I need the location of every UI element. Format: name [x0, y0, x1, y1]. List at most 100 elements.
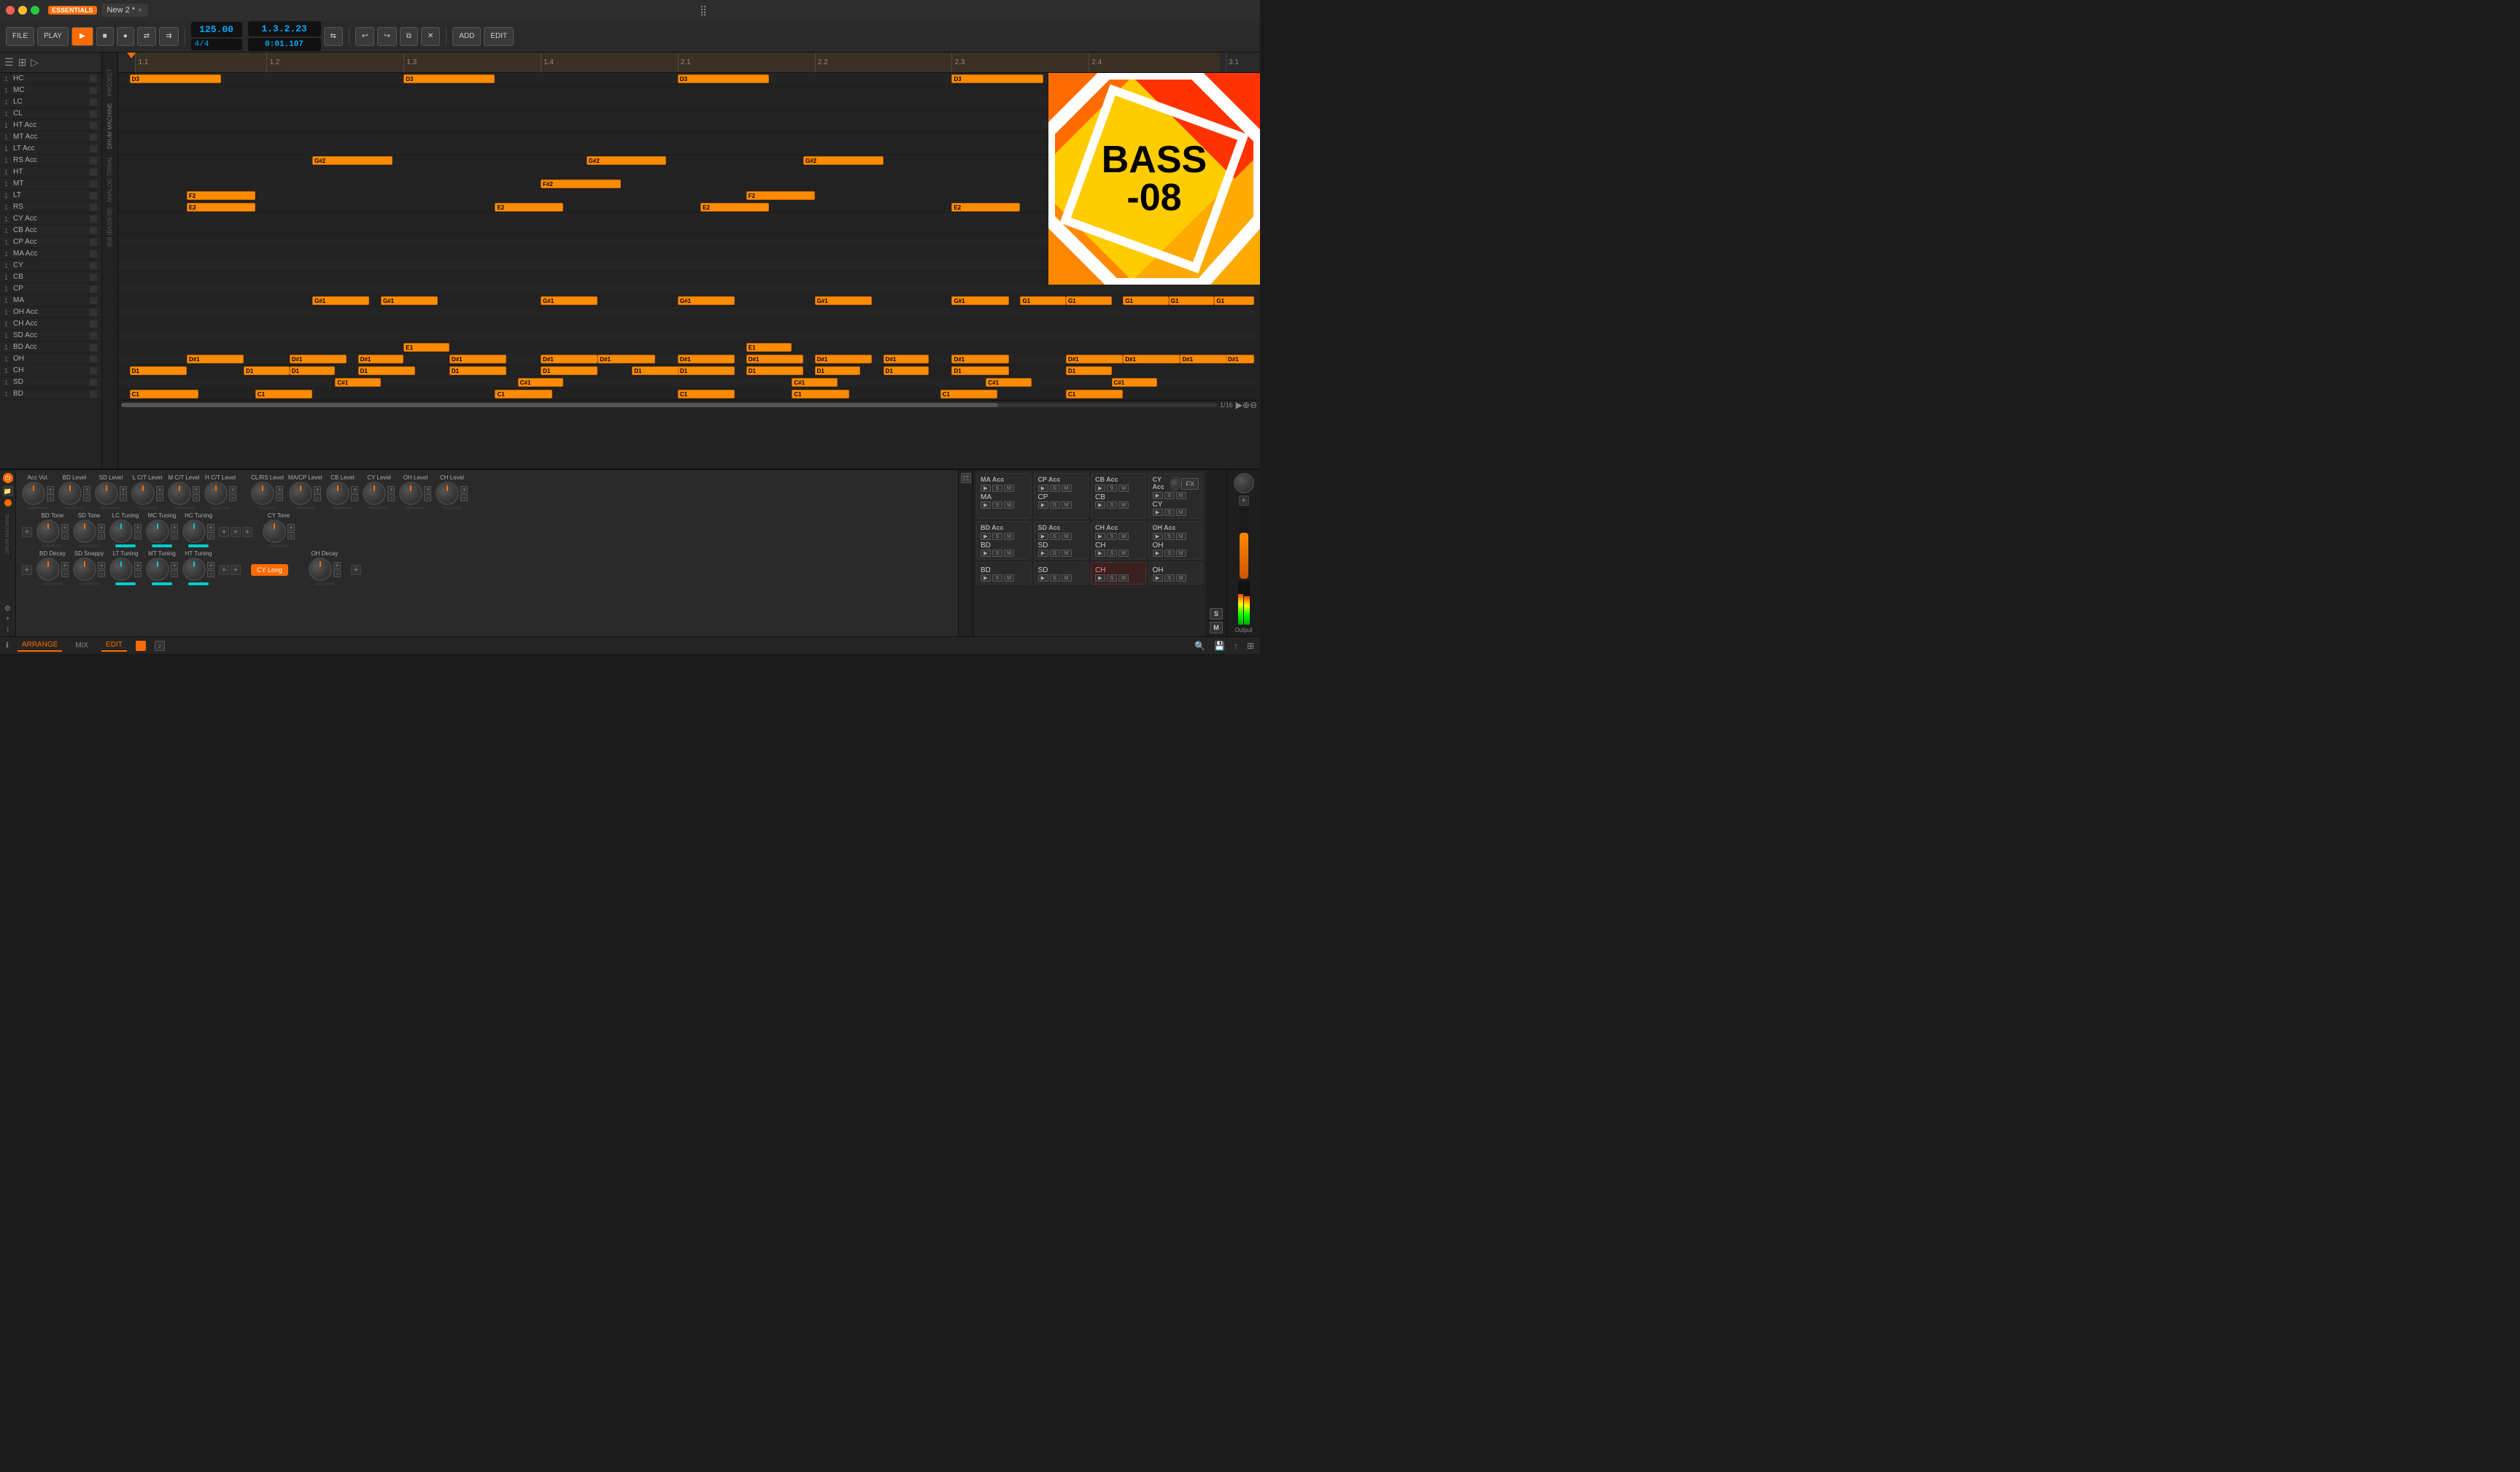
- cb-level-plus[interactable]: +: [351, 486, 358, 493]
- note-d1-ch-6[interactable]: D1: [541, 366, 598, 375]
- power-button[interactable]: ⏻: [3, 473, 13, 483]
- stop-button[interactable]: ■: [96, 27, 114, 46]
- loop-button[interactable]: ⇄: [137, 27, 156, 46]
- track-item-mt-acc[interactable]: 1MT Acc: [0, 131, 101, 143]
- mct-level-plus[interactable]: +: [193, 486, 200, 493]
- note-d1-ch-3[interactable]: D1: [290, 366, 336, 375]
- macp-level-plus[interactable]: +: [314, 486, 321, 493]
- oh-decay-knob[interactable]: [309, 558, 332, 581]
- sd-play-btn[interactable]: ▶: [1038, 550, 1048, 557]
- track-row-cp[interactable]: [118, 283, 1260, 295]
- close-button[interactable]: [6, 6, 15, 15]
- ch-level-plus[interactable]: +: [460, 486, 468, 493]
- note-ch1-sd-1[interactable]: C#1: [335, 378, 381, 387]
- note-d3-hc-3[interactable]: D3: [678, 74, 769, 83]
- folder-button[interactable]: 📁: [3, 486, 13, 496]
- bd-level-minus[interactable]: -: [83, 494, 90, 501]
- master-s-button[interactable]: S: [1210, 608, 1223, 620]
- sd-level-knob[interactable]: [95, 482, 118, 505]
- bd-level-plus[interactable]: +: [83, 486, 90, 493]
- note-e2-rs-4[interactable]: E2: [951, 203, 1020, 212]
- ch-final-s-btn[interactable]: S: [1107, 574, 1117, 582]
- punch-button[interactable]: ⇉: [159, 27, 178, 46]
- master-knob[interactable]: [1234, 473, 1254, 493]
- hct-level-minus[interactable]: -: [229, 494, 236, 501]
- track-row-bd[interactable]: C1 C1 C1 C1 C1 C1 C1: [118, 388, 1260, 400]
- bd-decay-knob[interactable]: [36, 558, 60, 581]
- note-f2-lt-1[interactable]: F2: [187, 191, 255, 200]
- cb-play-btn[interactable]: ▶: [1095, 501, 1105, 509]
- cb-s-btn[interactable]: S: [1107, 501, 1117, 509]
- file-button[interactable]: FILE: [6, 27, 34, 46]
- fx-button[interactable]: FX: [1181, 478, 1199, 490]
- sd-acc-m-btn[interactable]: M: [1062, 533, 1072, 540]
- mct-level-knob[interactable]: [168, 482, 191, 505]
- edit-button[interactable]: EDIT: [484, 27, 514, 46]
- add-row3-b2[interactable]: +: [231, 565, 241, 575]
- settings-icon-bottom[interactable]: ⊞: [1247, 641, 1254, 651]
- cb-level-knob[interactable]: [326, 482, 349, 505]
- sd-final-m-btn[interactable]: M: [1062, 574, 1072, 582]
- track-item-cb-acc[interactable]: 1CB Acc: [0, 225, 101, 236]
- cb-acc-s-btn[interactable]: S: [1107, 485, 1117, 492]
- note-c1-bd-4[interactable]: C1: [678, 390, 735, 398]
- step-seq-icon[interactable]: [961, 473, 971, 483]
- note-d1-ch-10[interactable]: D1: [815, 366, 861, 375]
- cp-s-btn[interactable]: S: [1050, 501, 1060, 509]
- note-e2-rs-1[interactable]: E2: [187, 203, 255, 212]
- cy-tone-plus[interactable]: +: [287, 524, 295, 531]
- note-dh1-oh-9[interactable]: D#1: [815, 355, 872, 363]
- note-d1-ch-8[interactable]: D1: [678, 366, 735, 375]
- cp-acc-play-btn[interactable]: ▶: [1038, 485, 1048, 492]
- note-g1-ma-8[interactable]: G1: [1066, 296, 1112, 305]
- track-row-bd-acc[interactable]: E1 E1: [118, 342, 1260, 353]
- ch-final-m-btn[interactable]: M: [1118, 574, 1129, 582]
- cp-acc-s-btn[interactable]: S: [1050, 485, 1060, 492]
- cp-acc-m-btn[interactable]: M: [1062, 485, 1072, 492]
- track-row-ma[interactable]: G#1 G#1 G#1 G#1 G#1 G#1 G1 G1 G1 G1 G1: [118, 295, 1260, 307]
- add-row2-b2[interactable]: +: [231, 527, 241, 537]
- note-d1-ch-4[interactable]: D1: [358, 366, 415, 375]
- track-item-cy-acc[interactable]: 1CY Acc: [0, 213, 101, 225]
- master-knob-icon[interactable]: [1170, 476, 1182, 492]
- note-gh1-ma-3[interactable]: G#1: [541, 296, 598, 305]
- record-button[interactable]: ●: [117, 27, 134, 46]
- cb-level-minus[interactable]: -: [351, 494, 358, 501]
- note-gh1-ma-4[interactable]: G#1: [678, 296, 735, 305]
- track-item-cp-acc[interactable]: 1CP Acc: [0, 236, 101, 248]
- oh-final-m-btn[interactable]: M: [1176, 574, 1186, 582]
- track-item-oh-acc[interactable]: 1OH Acc: [0, 307, 101, 318]
- cp-m-btn[interactable]: M: [1062, 501, 1072, 509]
- oh-decay-plus[interactable]: +: [333, 562, 341, 569]
- note-d1-ch-2[interactable]: D1: [244, 366, 290, 375]
- piano-icon[interactable]: ♪: [155, 641, 165, 651]
- bd-decay-minus[interactable]: -: [61, 570, 69, 577]
- note-ch1-sd-3[interactable]: C#1: [792, 378, 838, 387]
- add-row3-b1[interactable]: +: [219, 565, 229, 575]
- note-dh1-oh-13[interactable]: D#1: [1123, 355, 1180, 363]
- oh-acc-m-btn[interactable]: M: [1176, 533, 1186, 540]
- oh-level-plus[interactable]: +: [424, 486, 431, 493]
- ch-m-btn[interactable]: M: [1118, 550, 1129, 557]
- sd-s-btn[interactable]: S: [1050, 550, 1060, 557]
- ch-level-minus[interactable]: -: [460, 494, 468, 501]
- undo-button[interactable]: ↩: [355, 27, 374, 46]
- note-dh1-oh-8[interactable]: D#1: [746, 355, 803, 363]
- note-gh2-rs-3[interactable]: G#2: [803, 156, 884, 165]
- oh-decay-minus[interactable]: -: [333, 570, 341, 577]
- track-item-ch[interactable]: 1CH: [0, 365, 101, 377]
- note-dh1-oh-12[interactable]: D#1: [1066, 355, 1123, 363]
- bd-level-knob[interactable]: [58, 482, 82, 505]
- note-e1-bd-2[interactable]: E1: [746, 343, 792, 352]
- tracks-content[interactable]: BASS -08 D3 D3 D3 D3: [118, 73, 1260, 400]
- sd-acc-s-btn[interactable]: S: [1050, 533, 1060, 540]
- oh-m-btn[interactable]: M: [1176, 550, 1186, 557]
- track-item-mt[interactable]: 1MT: [0, 178, 101, 190]
- note-e2-rs-2[interactable]: E2: [495, 203, 563, 212]
- sd-final-play-btn[interactable]: ▶: [1038, 574, 1048, 582]
- note-d1-ch-5[interactable]: D1: [449, 366, 506, 375]
- master-m-button[interactable]: M: [1210, 622, 1223, 633]
- play-button[interactable]: ▶: [71, 27, 93, 46]
- note-fh2-mt[interactable]: F#2: [541, 180, 621, 188]
- cy-play-btn[interactable]: ▶: [1153, 509, 1163, 516]
